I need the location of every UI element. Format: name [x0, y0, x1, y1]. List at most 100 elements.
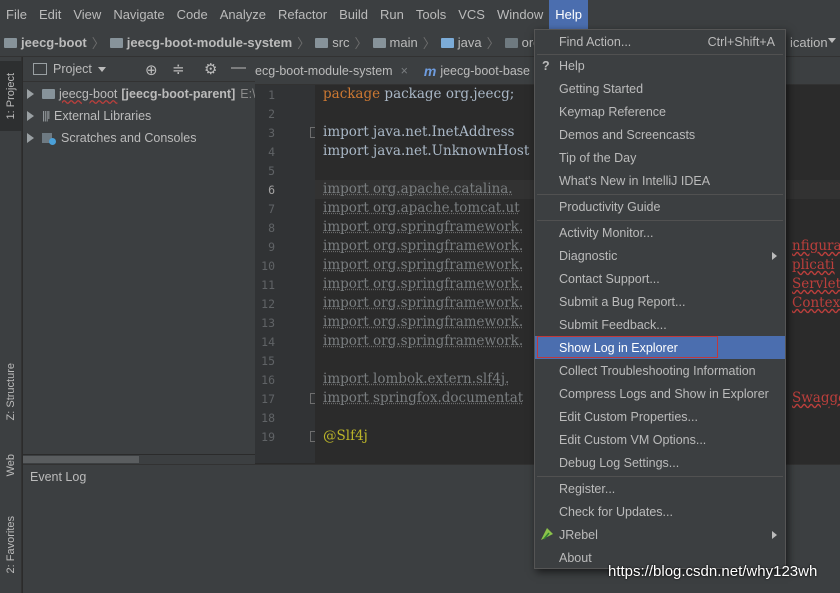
event-log-title[interactable]: Event Log	[30, 470, 86, 484]
menu-analyze[interactable]: Analyze	[214, 0, 272, 29]
tree-item-label: Scratches and Consoles	[61, 131, 197, 145]
chevron-right-icon: 〉	[91, 36, 105, 51]
editor-tab-module-system[interactable]: ecg-boot-module-system ×	[255, 57, 416, 84]
tool-tab-web[interactable]: Web	[0, 445, 22, 485]
menu-item-edit-custom-properties[interactable]: Edit Custom Properties...	[535, 405, 785, 428]
clock-icon	[49, 137, 56, 145]
breadcrumb-label: src	[332, 35, 350, 50]
line-number: 5	[268, 164, 275, 178]
code-line-unused-import: import org.springframework.	[323, 276, 524, 292]
menu-item-submit-bug[interactable]: Submit a Bug Report...	[535, 290, 785, 313]
locate-icon[interactable]: ⊕	[145, 61, 158, 79]
menu-item-edit-custom-vm-options[interactable]: Edit Custom VM Options...	[535, 428, 785, 451]
tree-item-scratches[interactable]: Scratches and Consoles	[23, 127, 197, 149]
menu-bar: File Edit View Navigate Code Analyze Ref…	[0, 0, 840, 29]
menu-item-compress-logs[interactable]: Compress Logs and Show in Explorer	[535, 382, 785, 405]
menu-item-tip-of-the-day[interactable]: Tip of the Day	[535, 146, 785, 169]
menu-item-keymap-reference[interactable]: Keymap Reference	[535, 100, 785, 123]
minimize-icon[interactable]: —	[231, 59, 246, 76]
breadcrumb-item-root[interactable]: jeecg-boot	[0, 35, 91, 50]
chevron-down-icon[interactable]	[828, 38, 836, 43]
menu-item-shortcut: Ctrl+Shift+A	[707, 34, 775, 49]
menu-help[interactable]: Help	[549, 0, 588, 29]
menu-item-diagnostic[interactable]: Diagnostic	[535, 244, 785, 267]
horizontal-scrollbar[interactable]	[23, 455, 255, 464]
close-icon[interactable]: ×	[401, 64, 408, 78]
menu-item-collect-troubleshooting[interactable]: Collect Troubleshooting Information	[535, 359, 785, 382]
menu-item-register[interactable]: Register...	[535, 477, 785, 500]
line-number: 7	[268, 202, 275, 216]
menu-item-show-log-in-explorer[interactable]: Show Log in Explorer	[535, 336, 785, 359]
menu-item-getting-started[interactable]: Getting Started	[535, 77, 785, 100]
expand-arrow-icon[interactable]	[27, 89, 34, 99]
menu-code[interactable]: Code	[171, 0, 214, 29]
menu-item-jrebel[interactable]: JRebel	[535, 523, 785, 546]
expand-arrow-icon[interactable]	[27, 133, 34, 143]
error-text: Swagger	[792, 390, 840, 406]
library-icon: |||l	[42, 110, 50, 122]
menu-window[interactable]: Window	[491, 0, 549, 29]
menu-vcs[interactable]: VCS	[452, 0, 491, 29]
menu-item-debug-log-settings[interactable]: Debug Log Settings...	[535, 451, 785, 474]
project-tree: jeecg-boot [jeecg-boot-parent] E:\ |||l …	[23, 82, 256, 454]
line-number: 3	[268, 126, 275, 140]
tool-tab-structure[interactable]: Z: Structure	[0, 352, 22, 432]
menu-run[interactable]: Run	[374, 0, 410, 29]
line-number: 19	[261, 430, 275, 444]
menu-refactor[interactable]: Refactor	[272, 0, 333, 29]
menu-item-help[interactable]: ? Help	[535, 54, 785, 77]
menu-item-contact-support[interactable]: Contact Support...	[535, 267, 785, 290]
editor-tab-label: ecg-boot-module-system	[255, 63, 393, 78]
menu-view[interactable]: View	[67, 0, 107, 29]
tool-tab-label: Z: Structure	[5, 363, 17, 421]
menu-item-label: Diagnostic	[559, 248, 618, 263]
code-line: import java.net.UnknownHost	[323, 143, 530, 159]
breadcrumb-item-main[interactable]: main	[369, 35, 422, 50]
project-view-title[interactable]: Project	[53, 62, 92, 76]
scrollbar-thumb[interactable]	[23, 456, 139, 463]
line-number: 2	[268, 107, 275, 121]
menu-item-label: Debug Log Settings...	[559, 455, 680, 470]
gear-icon[interactable]: ⚙	[204, 60, 217, 78]
menu-item-label: JRebel	[559, 527, 598, 542]
breadcrumb-label: main	[389, 35, 418, 50]
menu-edit[interactable]: Edit	[33, 0, 67, 29]
breadcrumb-item-src[interactable]: src	[311, 35, 353, 50]
code-line-unused-import: import springfox.documentat	[323, 390, 524, 406]
line-number: 11	[261, 278, 275, 292]
error-text: Servlet	[792, 276, 840, 292]
menu-item-productivity-guide[interactable]: Productivity Guide	[535, 195, 785, 218]
menu-item-whats-new[interactable]: What's New in IntelliJ IDEA	[535, 169, 785, 192]
error-text: plicati	[792, 257, 835, 273]
menu-item-label: Tip of the Day	[559, 150, 637, 165]
tool-tab-favorites[interactable]: 2: Favorites	[0, 505, 22, 585]
line-number: 6	[268, 183, 275, 197]
code-line-unused-import: import org.springframework.	[323, 295, 524, 311]
tool-tab-label: 2: Favorites	[5, 516, 17, 574]
menu-item-submit-feedback[interactable]: Submit Feedback...	[535, 313, 785, 336]
menu-item-activity-monitor[interactable]: Activity Monitor...	[535, 221, 785, 244]
menu-item-check-for-updates[interactable]: Check for Updates...	[535, 500, 785, 523]
breadcrumb-item-module[interactable]: jeecg-boot-module-system	[106, 35, 296, 50]
menu-navigate[interactable]: Navigate	[107, 0, 170, 29]
menu-item-label: Demos and Screencasts	[559, 127, 696, 142]
tree-item-external-libraries[interactable]: |||l External Libraries	[23, 105, 151, 127]
chevron-down-icon[interactable]	[97, 66, 106, 72]
tool-tab-project[interactable]: 1: Project	[0, 61, 22, 131]
project-view-icon	[33, 63, 47, 75]
menu-build[interactable]: Build	[333, 0, 374, 29]
breadcrumb-item-java[interactable]: java	[437, 35, 486, 50]
tree-item-root[interactable]: jeecg-boot [jeecg-boot-parent] E:\	[23, 83, 256, 105]
collapse-all-icon[interactable]: ≑	[172, 60, 185, 78]
menu-file[interactable]: File	[0, 0, 33, 29]
menu-item-demos[interactable]: Demos and Screencasts	[535, 123, 785, 146]
editor-tab-base[interactable]: m jeecg-boot-base	[416, 57, 538, 84]
expand-arrow-icon[interactable]	[27, 111, 34, 121]
menu-tools[interactable]: Tools	[410, 0, 452, 29]
code-line: import java.net.InetAddress	[323, 124, 515, 140]
breadcrumb-item-application[interactable]: ication	[786, 35, 832, 50]
code-line-unused-import: import org.springframework.	[323, 238, 524, 254]
menu-item-find-action[interactable]: Find Action... Ctrl+Shift+A	[535, 30, 785, 53]
watermark: https://blog.csdn.net/why123wh	[608, 563, 818, 580]
menu-item-label: Collect Troubleshooting Information	[559, 363, 756, 378]
